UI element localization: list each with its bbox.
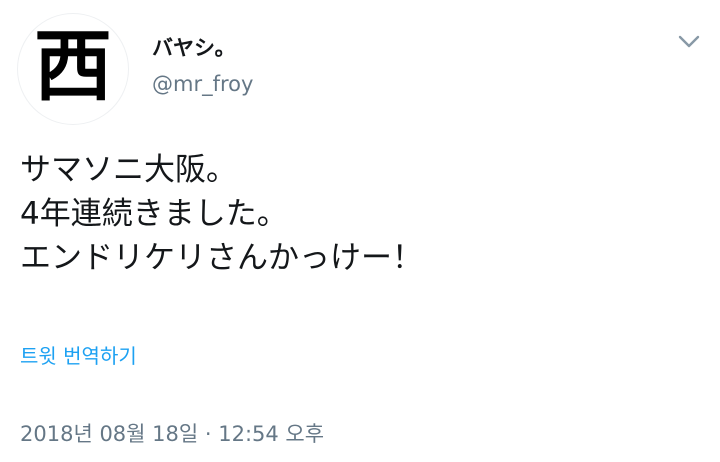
tweet-line: 4年連続きました。 xyxy=(20,196,288,232)
tweet-line: エンドリケリさんかっけー！ xyxy=(20,240,423,276)
avatar[interactable]: 西 xyxy=(18,14,128,124)
chevron-down-icon xyxy=(678,34,700,53)
tweet-menu-button[interactable] xyxy=(676,30,702,56)
tweet-text: サマソニ大阪。 4年連続きました。 エンドリケリさんかっけー！ xyxy=(20,148,700,280)
tweet-line: サマソニ大阪。 xyxy=(20,152,237,188)
tweet-card: 西 バヤシ。 @mr_froy サマソニ大阪。 4年連続きました。 エンドリケリ… xyxy=(0,0,720,462)
display-name[interactable]: バヤシ。 xyxy=(152,36,236,61)
avatar-glyph: 西 xyxy=(33,21,112,112)
tweet-timestamp[interactable]: 2018년 08월 18일 · 12:54 오후 xyxy=(20,418,324,448)
user-handle[interactable]: @mr_froy xyxy=(152,72,253,97)
translate-tweet-link[interactable]: 트윗 번역하기 xyxy=(20,340,137,369)
